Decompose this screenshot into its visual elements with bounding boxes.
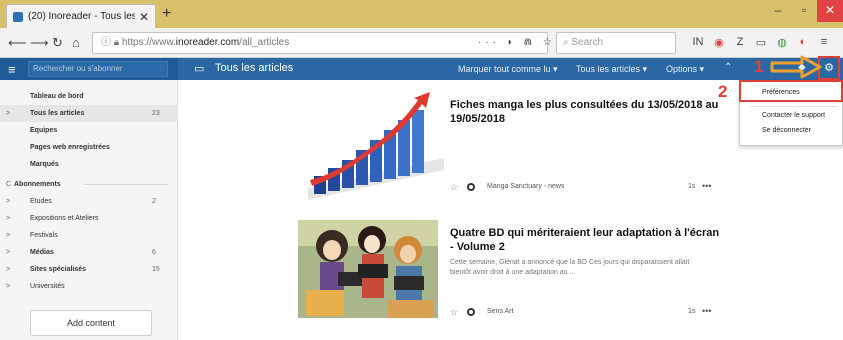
menu-item-logout[interactable]: Se déconnecter <box>762 127 811 134</box>
sidebar-item-dashboard[interactable]: Tableau de bord <box>0 88 178 105</box>
extension-icon[interactable]: ◍ <box>776 36 788 49</box>
reload-icon[interactable]: ↻ <box>52 35 63 51</box>
page-actions-icon[interactable]: ··· ◗ ⋒ ☆ <box>478 37 556 48</box>
sidebar-item-starred[interactable]: Marqués <box>0 156 178 173</box>
article-title[interactable]: Fiches manga les plus consultées du 13/0… <box>450 98 720 126</box>
maximize-button[interactable]: ▫ <box>791 0 817 22</box>
annotation-arrow-icon <box>770 55 822 79</box>
article-snippet: Cette semaine, Glénat a annoncé que la B… <box>450 259 690 276</box>
folder-icon: ▭ <box>194 63 205 75</box>
sidebar: Tableau de bord > Tous les articles 23 E… <box>0 80 178 340</box>
browser-tab[interactable]: (20) Inoreader - Tous les articl ✕ <box>6 4 156 28</box>
forward-arrow-icon[interactable]: ⟶ <box>30 35 49 51</box>
article-age: 1s <box>688 308 696 315</box>
article-age: 1s <box>688 183 696 190</box>
unread-count: 23 <box>152 110 160 117</box>
sidebar-item-all-articles[interactable]: > Tous les articles 23 <box>0 105 178 122</box>
chevron-right-icon[interactable]: > <box>6 244 10 261</box>
minimize-button[interactable]: – <box>765 0 791 22</box>
menu-item-contact-support[interactable]: Contacter le support <box>762 112 825 119</box>
chevron-right-icon[interactable]: > <box>6 105 10 122</box>
star-icon[interactable]: ☆ <box>450 181 458 193</box>
home-icon[interactable]: ⌂ <box>72 35 80 50</box>
search-placeholder: Search <box>571 37 604 48</box>
book-icon[interactable]: IN <box>692 36 704 49</box>
page-title: Tous les articles <box>215 62 294 74</box>
tab-title: (20) Inoreader - Tous les articl <box>28 11 135 22</box>
new-tab-button[interactable]: + <box>162 5 171 23</box>
view-filter-button[interactable]: Tous les articles ▾ <box>576 64 647 75</box>
chevron-right-icon[interactable]: > <box>6 227 10 244</box>
read-status-icon[interactable] <box>467 183 475 191</box>
article-thumbnail-bar-chart[interactable] <box>306 88 446 206</box>
mark-all-read-button[interactable]: Marquer tout comme lu ▾ <box>458 64 558 75</box>
sidebar-icon[interactable]: ▭ <box>755 36 767 49</box>
toolbar-icons: IN ◉ Z ▭ ◍ ◐ ≡ <box>692 36 830 49</box>
browser-window: (20) Inoreader - Tous les articl ✕ + – ▫… <box>0 0 843 340</box>
refresh-icon[interactable]: C <box>6 176 11 193</box>
url-domain: inoreader.com <box>175 37 240 48</box>
tab-close-icon[interactable]: ✕ <box>139 10 149 24</box>
add-content-button[interactable]: Add content <box>30 310 152 336</box>
window-controls: – ▫ ✕ <box>765 0 843 22</box>
inoreader-favicon-icon <box>13 11 23 22</box>
star-icon[interactable]: ☆ <box>450 306 458 318</box>
article-thumbnail-comic[interactable] <box>298 220 438 318</box>
pocket-icon[interactable]: ◉ <box>713 36 725 49</box>
preferences-highlight-box <box>739 80 843 102</box>
annotation-step-1: 1 <box>754 57 764 76</box>
feed-search-placeholder: Rechercher ou s'abonner <box>33 64 123 73</box>
sidebar-item-saved-pages[interactable]: Pages web enregistrées <box>0 139 178 156</box>
url-path: /all_articles <box>239 37 290 48</box>
feed-search-input[interactable]: Rechercher ou s'abonner <box>28 61 168 77</box>
collapse-icon[interactable]: ⌃ <box>724 62 732 73</box>
gear-icon: ⚙ <box>824 62 834 74</box>
annotation-step-2: 2 <box>718 82 728 101</box>
article-source[interactable]: Sens Art <box>487 306 513 318</box>
url-info-icon[interactable]: ⓘ 🔒︎ <box>101 37 122 48</box>
chevron-right-icon[interactable]: > <box>6 278 10 295</box>
chevron-right-icon[interactable]: > <box>6 193 10 210</box>
options-button[interactable]: Options ▾ <box>666 64 704 75</box>
back-arrow-icon[interactable]: ⟵ <box>8 35 27 51</box>
shield-icon[interactable]: ◐ <box>797 36 809 49</box>
more-options-icon[interactable]: ••• <box>702 180 711 192</box>
zotero-icon[interactable]: Z <box>734 36 746 49</box>
sidebar-item-specialized-sites[interactable]: > Sites spécialisés 15 <box>0 261 178 278</box>
read-status-icon[interactable] <box>467 308 475 316</box>
close-window-button[interactable]: ✕ <box>817 0 843 22</box>
main-header: ▭ Tous les articles Marquer tout comme l… <box>178 58 843 80</box>
tab-bar: (20) Inoreader - Tous les articl ✕ + – ▫… <box>0 0 843 28</box>
menu-icon[interactable]: ≡ <box>818 36 830 49</box>
sidebar-item-universities[interactable]: > Universités <box>0 278 178 295</box>
unread-count: 2 <box>152 198 156 205</box>
sidebar-header: ≡ Rechercher ou s'abonner <box>0 58 178 80</box>
more-options-icon[interactable]: ••• <box>702 305 711 317</box>
subscriptions-divider <box>84 184 168 185</box>
hamburger-menu-icon[interactable]: ≡ <box>8 62 16 77</box>
article-title[interactable]: Quatre BD qui mériteraient leur adaptati… <box>450 226 720 254</box>
sidebar-item-teams[interactable]: Equipes <box>0 122 178 139</box>
sidebar-item-festivals[interactable]: > Festivals <box>0 227 178 244</box>
menu-divider <box>750 106 838 107</box>
chevron-right-icon[interactable]: > <box>6 261 10 278</box>
sidebar-item-expositions[interactable]: > Expositions et Ateliers <box>0 210 178 227</box>
search-input[interactable]: ⌕ Search <box>556 32 676 54</box>
chevron-right-icon[interactable]: > <box>6 210 10 227</box>
url-prefix: https://www. <box>121 37 176 48</box>
sidebar-item-medias[interactable]: > Médias 6 <box>0 244 178 261</box>
sidebar-item-etudes[interactable]: > Etudes 2 <box>0 193 178 210</box>
article-source[interactable]: Manga Sanctuary - news <box>487 181 564 193</box>
unread-count: 6 <box>152 249 156 256</box>
navigation-bar: ⟵ ⟶ ↻ ⌂ ⓘ 🔒︎ https://www.inoreader.com/a… <box>0 28 843 58</box>
unread-count: 15 <box>152 266 160 273</box>
